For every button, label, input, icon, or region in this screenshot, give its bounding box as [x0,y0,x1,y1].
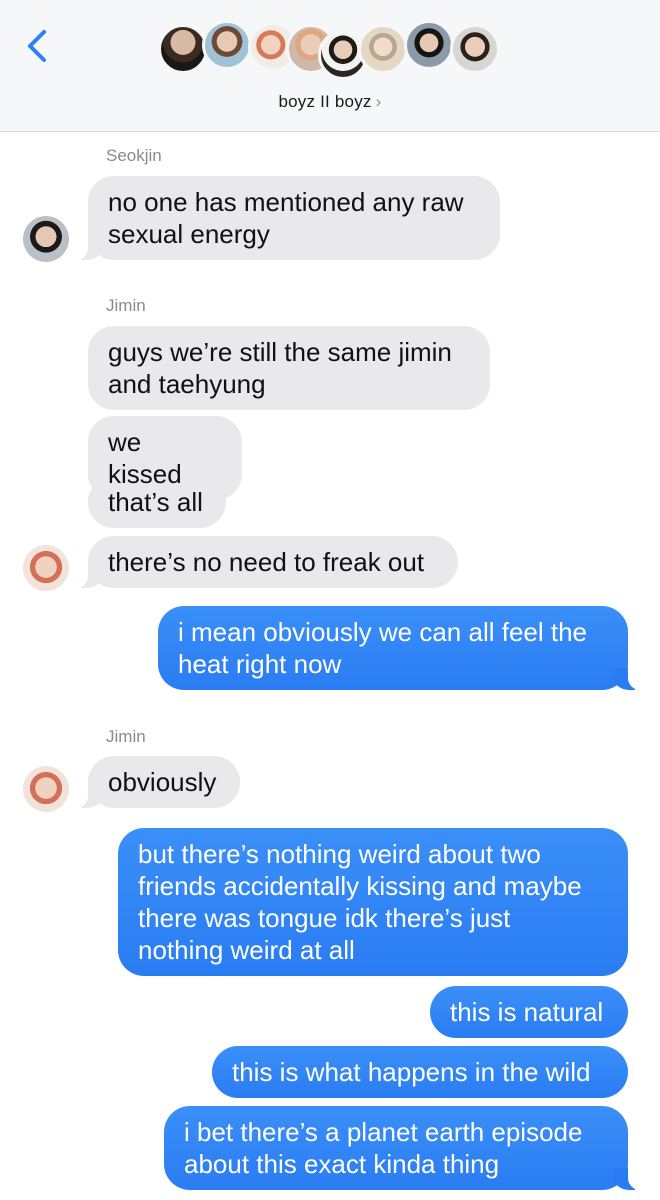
message-text: that’s all [108,487,203,517]
conversation-header: boyz II boyz › [0,0,660,132]
message-text: there’s no need to freak out [108,547,425,577]
message-text: this is what happens in the wild [232,1057,591,1087]
avatar[interactable] [23,545,69,591]
avatar [202,20,252,70]
message-text: nothing weird at all [138,935,355,965]
message-bubble-incoming[interactable]: guys we’re still the same jimin and taeh… [88,326,490,410]
sender-name: Jimin [106,296,146,315]
message-text: friends accidentally kissing and maybe [138,871,582,901]
message-bubble-outgoing[interactable]: but there’s nothing weird about two frie… [118,828,628,976]
message-text: and taehyung [108,369,266,399]
message-bubble-outgoing[interactable]: this is what happens in the wild [212,1046,628,1098]
avatar [358,24,408,74]
message-text: obviously [108,767,217,797]
group-name: boyz II boyz [278,92,372,111]
avatar [404,20,454,70]
message-text: i bet there’s a planet earth episode [184,1117,583,1147]
sender-name: Jimin [106,727,146,746]
group-name-button[interactable]: boyz II boyz › [0,92,660,112]
message-bubble-incoming[interactable]: there’s no need to freak out [74,536,458,588]
message-text: about this exact kinda thing [184,1149,500,1179]
avatar[interactable] [23,216,69,262]
group-avatars[interactable] [0,18,660,88]
message-text: guys we’re still the same jimin [108,337,452,367]
message-bubble-outgoing[interactable]: i mean obviously we can all feel the hea… [158,606,642,690]
message-bubble-outgoing[interactable]: this is natural [430,986,628,1038]
message-bubble-incoming[interactable]: obviously [74,756,240,808]
avatar [450,24,500,74]
message-text: sexual energy [108,219,270,249]
message-text: no one has mentioned any raw [108,187,464,217]
message-bubble-incoming[interactable]: no one has mentioned any raw sexual ener… [74,176,500,260]
message-text: there was tongue idk there’s just [138,903,511,933]
message-text: heat right now [178,649,342,679]
message-text: i mean obviously we can all feel the [178,617,588,647]
avatar [158,24,208,74]
message-text: but there’s nothing weird about two [138,839,541,869]
message-text: this is natural [450,997,604,1027]
avatar[interactable] [23,766,69,812]
message-bubble-outgoing[interactable]: i bet there’s a planet earth episode abo… [164,1106,642,1190]
chevron-right-icon: › [375,92,382,111]
message-text: we kissed [108,427,182,489]
sender-name: Seokjin [106,146,162,165]
